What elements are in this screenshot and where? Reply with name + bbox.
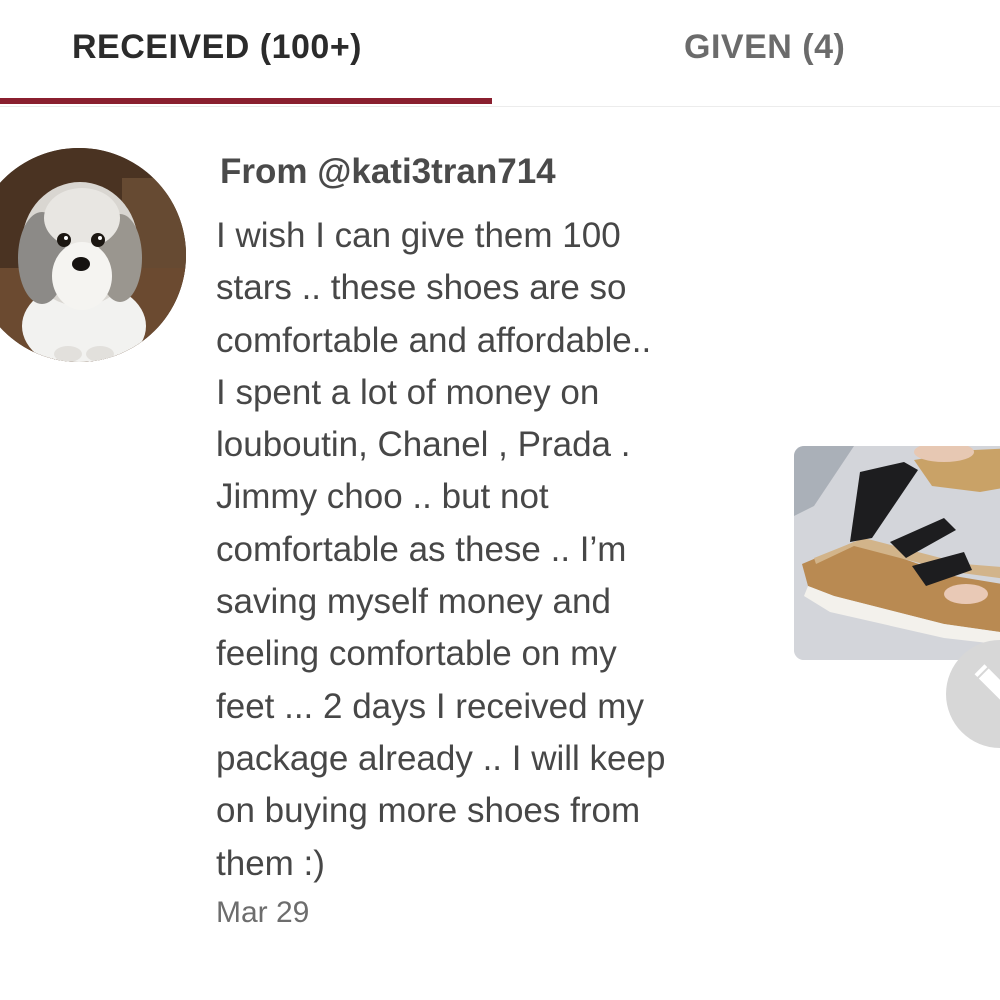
tab-given[interactable]: GIVEN (4) [684, 28, 845, 67]
pencil-icon [974, 664, 1000, 707]
dog-avatar-icon[interactable] [0, 148, 186, 362]
tab-received[interactable]: RECEIVED (100+) [72, 28, 362, 67]
review-date: Mar 29 [216, 896, 310, 929]
active-tab-indicator [0, 98, 492, 104]
review-author[interactable]: From @kati3tran714 [220, 152, 556, 192]
feedback-page: RECEIVED (100+) GIVEN (4) From @kati3tra… [0, 0, 1000, 1000]
review-message: I wish I can give them 100 stars .. thes… [216, 216, 666, 883]
edit-button[interactable] [946, 640, 1000, 748]
sandal-photo-icon[interactable] [794, 446, 1000, 660]
tab-bar: RECEIVED (100+) GIVEN (4) [0, 0, 1000, 107]
